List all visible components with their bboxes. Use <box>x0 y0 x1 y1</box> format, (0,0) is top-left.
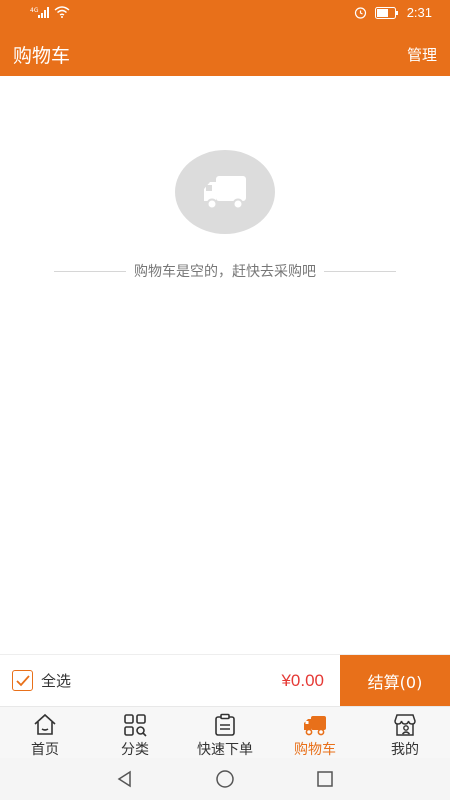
tab-cart[interactable]: 购物车 <box>270 707 360 759</box>
tab-category-label: 分类 <box>121 742 149 758</box>
divider-left <box>54 270 126 272</box>
divider-right <box>324 270 396 272</box>
tab-category[interactable]: 分类 <box>90 707 180 759</box>
recents-icon[interactable] <box>314 768 336 790</box>
manage-button[interactable]: 管理 <box>407 44 437 65</box>
select-all-label: 全选 <box>41 672 72 690</box>
store-user-icon <box>394 714 416 736</box>
header: 购物车 管理 <box>0 28 450 76</box>
cart-summary-bar: 全选 ¥0.00 结算(0) <box>0 654 450 707</box>
home-icon <box>34 713 56 735</box>
check-icon <box>15 674 30 686</box>
status-right: 2:31 <box>354 5 432 20</box>
tab-mine[interactable]: 我的 <box>360 707 450 759</box>
bottom-tab-bar: 首页 分类 快速下单 购物车 我的 <box>0 706 450 758</box>
empty-cart-message: 购物车是空的，赶快去采购吧 <box>134 264 316 280</box>
signal-icon: 4G <box>30 7 49 18</box>
svg-text:4G: 4G <box>30 7 39 14</box>
truck-icon <box>204 176 246 210</box>
total-price: ¥0.00 <box>281 671 324 690</box>
back-icon[interactable] <box>114 768 136 790</box>
home-circle-icon[interactable] <box>214 768 236 790</box>
empty-message-row: 购物车是空的，赶快去采购吧 <box>54 261 396 281</box>
empty-cart-illustration <box>175 150 275 234</box>
truck-icon <box>304 716 326 736</box>
page-title: 购物车 <box>13 45 71 67</box>
tab-home-label: 首页 <box>31 742 59 758</box>
status-time: 2:31 <box>406 5 432 20</box>
tab-mine-label: 我的 <box>391 742 419 758</box>
wifi-icon <box>54 6 70 18</box>
tab-quick-order[interactable]: 快速下单 <box>180 707 270 759</box>
clipboard-icon <box>215 713 235 736</box>
status-bar: 4G 2:31 <box>0 0 450 28</box>
tab-cart-label: 购物车 <box>294 742 336 758</box>
tab-quick-order-label: 快速下单 <box>197 742 253 758</box>
select-all[interactable]: 全选 <box>12 670 71 691</box>
battery-icon <box>374 6 398 19</box>
cart-content: 购物车是空的，赶快去采购吧 <box>0 76 450 654</box>
alarm-icon <box>354 7 366 19</box>
tab-home[interactable]: 首页 <box>0 707 90 759</box>
category-icon <box>124 714 147 737</box>
select-all-checkbox[interactable] <box>12 670 33 691</box>
status-left: 4G <box>30 6 70 18</box>
system-navigation-bar <box>0 758 450 800</box>
checkout-button[interactable]: 结算(0) <box>340 655 450 707</box>
